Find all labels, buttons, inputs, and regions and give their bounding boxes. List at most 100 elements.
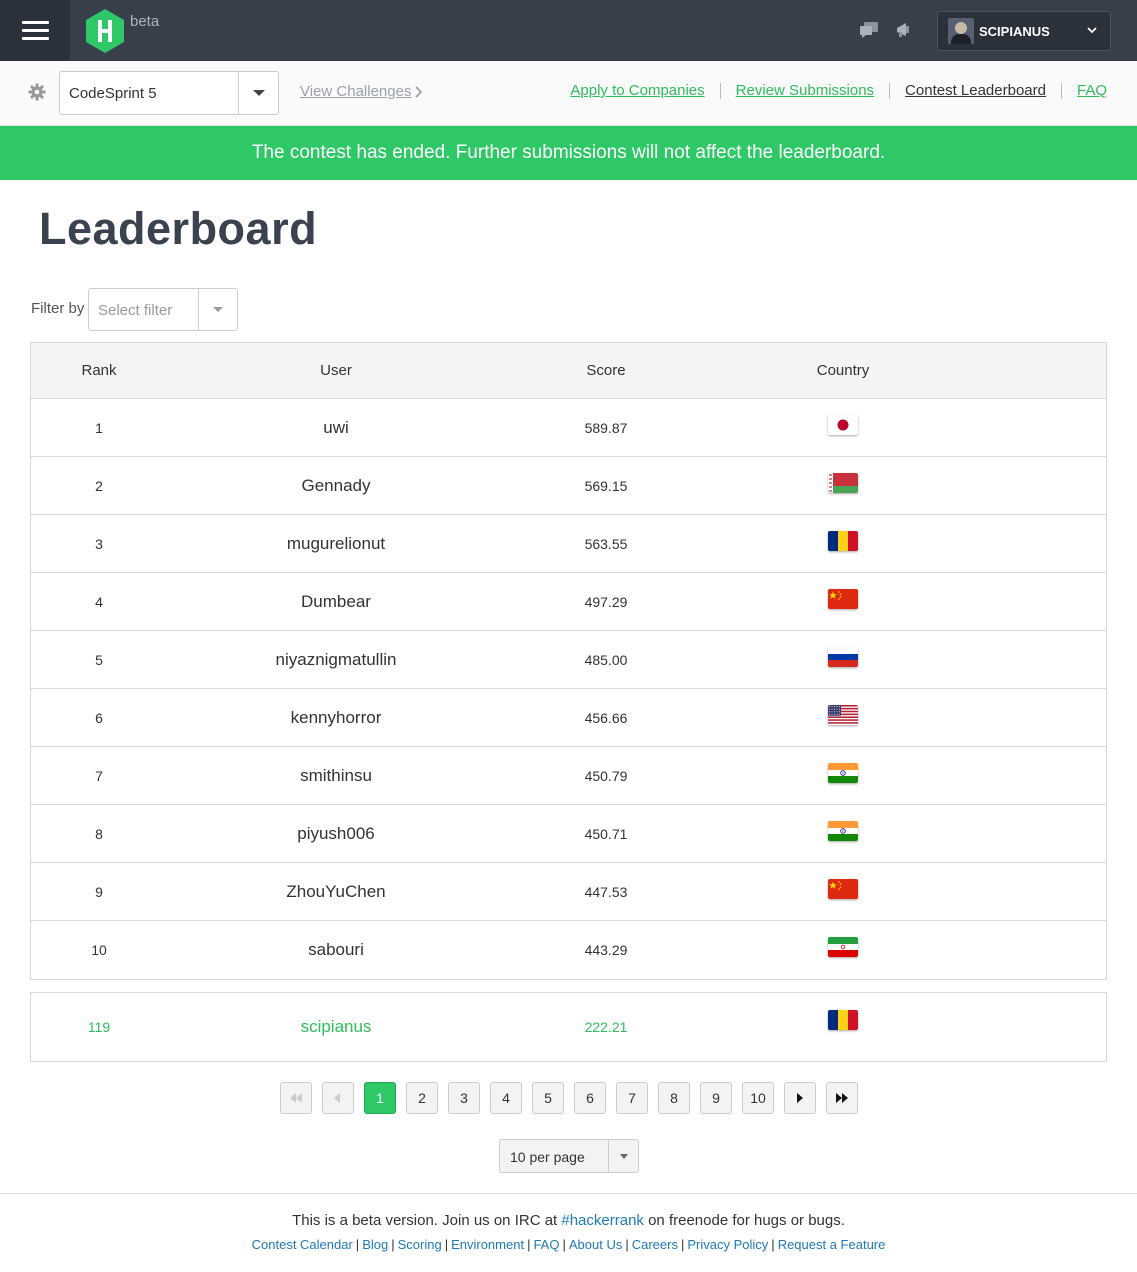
username-link[interactable]: kennyhorror bbox=[236, 689, 436, 746]
table-row[interactable]: 7 smithinsu 450.79 bbox=[31, 747, 1106, 805]
per-page-select[interactable]: 10 per page bbox=[499, 1139, 639, 1173]
filter-select[interactable]: Select filter bbox=[88, 288, 238, 331]
hackerrank-logo-icon[interactable] bbox=[84, 8, 126, 54]
country-cell bbox=[793, 457, 893, 514]
page-1-button[interactable]: 1 bbox=[364, 1082, 396, 1114]
chevron-right-icon[interactable] bbox=[414, 85, 424, 99]
announcement-icon[interactable] bbox=[894, 20, 916, 40]
column-header-score[interactable]: Score bbox=[566, 343, 646, 398]
page-10-button[interactable]: 10 bbox=[742, 1082, 774, 1114]
view-challenges-link[interactable]: View Challenges bbox=[300, 83, 411, 100]
table-row[interactable]: 6 kennyhorror 456.66 bbox=[31, 689, 1106, 747]
username-label: SCIPIANUS bbox=[979, 23, 1050, 39]
first-page-button[interactable] bbox=[280, 1082, 312, 1114]
leaderboard-table: Rank User Score Country 1 uwi 589.87 2 Genna… bbox=[30, 342, 1107, 980]
footer-divider: | bbox=[527, 1237, 531, 1252]
country-cell bbox=[793, 921, 893, 979]
avatar bbox=[948, 18, 974, 44]
column-header-country[interactable]: Country bbox=[793, 343, 893, 398]
column-header-user[interactable]: User bbox=[236, 343, 436, 398]
page-5-button[interactable]: 5 bbox=[532, 1082, 564, 1114]
romania-flag-icon bbox=[828, 530, 858, 551]
current-user-row[interactable]: 119 scipianus 222.21 bbox=[30, 992, 1107, 1062]
page-7-button[interactable]: 7 bbox=[616, 1082, 648, 1114]
table-row[interactable]: 1 uwi 589.87 bbox=[31, 399, 1106, 457]
footer-divider: | bbox=[391, 1237, 395, 1252]
score-cell: 569.15 bbox=[584, 477, 628, 494]
country-cell bbox=[793, 805, 893, 862]
page-6-button[interactable]: 6 bbox=[574, 1082, 606, 1114]
username-link[interactable]: uwi bbox=[236, 399, 436, 456]
score-cell: 222.21 bbox=[584, 1019, 628, 1035]
next-page-button[interactable] bbox=[784, 1082, 816, 1114]
chevron-right-icon bbox=[797, 1093, 803, 1103]
footer-link-faq[interactable]: FAQ bbox=[533, 1237, 559, 1252]
user-menu-dropdown[interactable]: SCIPIANUS bbox=[937, 11, 1111, 51]
footer-link-request-a-feature[interactable]: Request a Feature bbox=[778, 1237, 886, 1252]
contest-ended-banner: The contest has ended. Further submissio… bbox=[0, 126, 1137, 180]
double-chevron-left-icon bbox=[290, 1093, 302, 1103]
username-link[interactable]: niyaznigmatullin bbox=[236, 631, 436, 688]
rank-cell: 4 bbox=[95, 593, 103, 610]
country-cell bbox=[793, 573, 893, 630]
footer-link-scoring[interactable]: Scoring bbox=[398, 1237, 442, 1252]
contest-select[interactable]: CodeSprint 5 bbox=[59, 71, 279, 115]
username-link[interactable]: piyush006 bbox=[236, 805, 436, 862]
table-row[interactable]: 10 sabouri 443.29 bbox=[31, 921, 1106, 979]
dropdown-arrow-icon[interactable] bbox=[198, 289, 237, 330]
table-row[interactable]: 5 niyaznigmatullin 485.00 bbox=[31, 631, 1106, 689]
rank-cell: 2 bbox=[95, 477, 103, 494]
footer-link-blog[interactable]: Blog bbox=[362, 1237, 388, 1252]
username-link[interactable]: Dumbear bbox=[236, 573, 436, 630]
table-row[interactable]: 3 mugurelionut 563.55 bbox=[31, 515, 1106, 573]
iran-flag-icon bbox=[828, 937, 858, 957]
footer-link-about-us[interactable]: About Us bbox=[569, 1237, 622, 1252]
username-link[interactable]: sabouri bbox=[236, 921, 436, 979]
faq-link[interactable]: FAQ bbox=[1077, 82, 1107, 99]
score-cell: 563.55 bbox=[584, 535, 628, 552]
table-row[interactable]: 8 piyush006 450.71 bbox=[31, 805, 1106, 863]
apply-to-companies-link[interactable]: Apply to Companies bbox=[570, 82, 704, 99]
page-9-button[interactable]: 9 bbox=[700, 1082, 732, 1114]
table-row[interactable]: 9 ZhouYuChen 447.53 bbox=[31, 863, 1106, 921]
hamburger-menu-icon[interactable] bbox=[0, 0, 70, 61]
score-cell: 447.53 bbox=[584, 883, 628, 900]
top-navbar: beta SCIPIANUS bbox=[0, 0, 1137, 61]
belarus-flag-icon bbox=[828, 472, 858, 493]
beta-label: beta bbox=[130, 13, 160, 30]
footer-link-privacy-policy[interactable]: Privacy Policy bbox=[687, 1237, 768, 1252]
prev-page-button[interactable] bbox=[322, 1082, 354, 1114]
last-page-button[interactable] bbox=[826, 1082, 858, 1114]
table-row[interactable]: 4 Dumbear 497.29 bbox=[31, 573, 1106, 631]
footer-link-environment[interactable]: Environment bbox=[451, 1237, 524, 1252]
column-header-rank[interactable]: Rank bbox=[59, 343, 139, 398]
table-header: Rank User Score Country bbox=[31, 343, 1106, 399]
footer-links: Contest Calendar | Blog | Scoring | Environmen… bbox=[0, 1237, 1137, 1252]
username-link[interactable]: scipianus bbox=[236, 993, 436, 1061]
irc-link[interactable]: #hackerrank bbox=[561, 1212, 644, 1229]
filter-placeholder: Select filter bbox=[98, 302, 173, 319]
footer-text-after: on freenode for hugs or bugs. bbox=[643, 1212, 845, 1229]
footer-link-careers[interactable]: Careers bbox=[632, 1237, 678, 1252]
dropdown-arrow-icon[interactable] bbox=[238, 72, 278, 114]
page-8-button[interactable]: 8 bbox=[658, 1082, 690, 1114]
username-link[interactable]: mugurelionut bbox=[236, 515, 436, 572]
india-flag-icon bbox=[828, 820, 858, 841]
page-3-button[interactable]: 3 bbox=[448, 1082, 480, 1114]
gear-icon[interactable] bbox=[28, 83, 46, 101]
russia-flag-icon bbox=[828, 646, 858, 667]
username-link[interactable]: Gennady bbox=[236, 457, 436, 514]
table-row[interactable]: 2 Gennady 569.15 bbox=[31, 457, 1106, 515]
dropdown-arrow-icon[interactable] bbox=[608, 1140, 638, 1172]
chat-icon[interactable] bbox=[858, 20, 880, 40]
footer-link-contest-calendar[interactable]: Contest Calendar bbox=[252, 1237, 353, 1252]
username-link[interactable]: ZhouYuChen bbox=[236, 863, 436, 920]
contest-leaderboard-link[interactable]: Contest Leaderboard bbox=[905, 82, 1046, 99]
username-link[interactable]: smithinsu bbox=[236, 747, 436, 804]
rank-cell: 119 bbox=[87, 1019, 111, 1035]
review-submissions-link[interactable]: Review Submissions bbox=[736, 82, 874, 99]
score-cell: 497.29 bbox=[584, 593, 628, 610]
rank-cell: 6 bbox=[95, 709, 103, 726]
page-4-button[interactable]: 4 bbox=[490, 1082, 522, 1114]
page-2-button[interactable]: 2 bbox=[406, 1082, 438, 1114]
